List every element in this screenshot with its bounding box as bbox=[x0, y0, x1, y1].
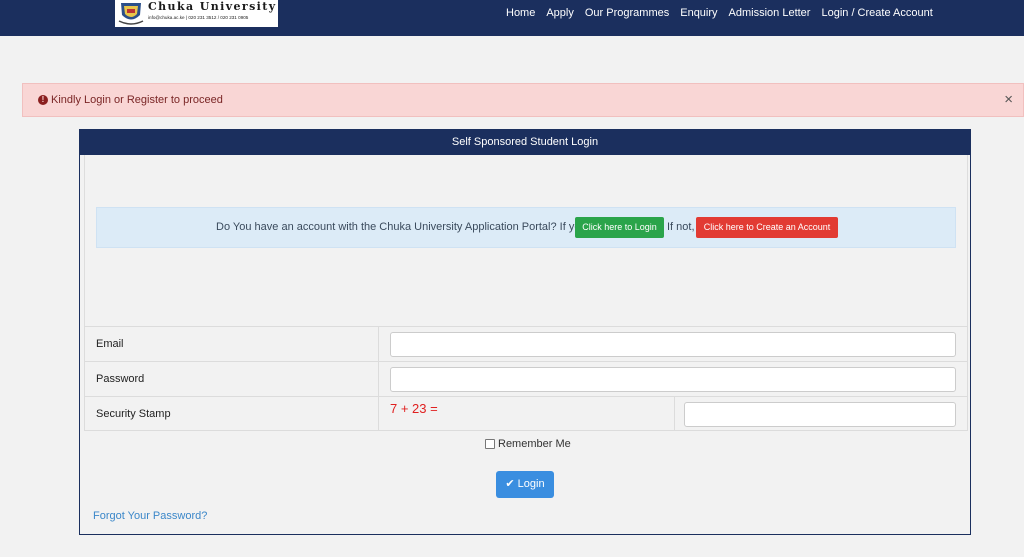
login-required-alert: ! Kindly Login or Register to proceed × bbox=[22, 83, 1024, 117]
row-border bbox=[967, 362, 968, 396]
nav-item-apply[interactable]: Apply bbox=[546, 7, 574, 19]
brand-name: Chuka University bbox=[148, 0, 277, 13]
email-field[interactable] bbox=[390, 332, 956, 357]
row-border bbox=[967, 327, 968, 361]
alert-message: Kindly Login or Register to proceed bbox=[51, 94, 223, 106]
if-not-text: If not, bbox=[667, 221, 695, 233]
panel-title: Self Sponsored Student Login bbox=[80, 130, 970, 155]
email-row: Email bbox=[84, 326, 968, 361]
account-prompt-box: Do You have an account with the Chuka Un… bbox=[84, 155, 968, 327]
security-stamp-field[interactable] bbox=[684, 402, 956, 427]
captcha-question: 7 + 23 = bbox=[390, 401, 438, 416]
remember-me-checkbox[interactable] bbox=[485, 439, 495, 449]
security-stamp-row: Security Stamp 7 + 23 = bbox=[84, 396, 968, 431]
remember-me-label: Remember Me bbox=[498, 438, 571, 450]
account-question-text: Do You have an account with the Chuka Un… bbox=[216, 221, 589, 233]
exclamation-circle-icon: ! bbox=[38, 95, 48, 105]
login-form-table: Email Password Security Stamp 7 + 23 = bbox=[84, 326, 968, 431]
password-row: Password bbox=[84, 361, 968, 396]
login-button-label: Login bbox=[517, 478, 545, 490]
security-stamp-label: Security Stamp bbox=[84, 397, 379, 431]
nav-item-login-create-account[interactable]: Login / Create Account bbox=[821, 7, 932, 19]
check-icon: ✔ bbox=[505, 478, 515, 490]
account-info-banner: Do You have an account with the Chuka Un… bbox=[96, 207, 956, 248]
login-button[interactable]: ✔ Login bbox=[496, 471, 554, 498]
cell-divider bbox=[674, 397, 675, 431]
crest-icon bbox=[118, 3, 144, 25]
login-link-button[interactable]: Click here to Login bbox=[575, 217, 664, 238]
password-label: Password bbox=[84, 362, 379, 396]
remember-me[interactable]: Remember Me bbox=[485, 438, 571, 450]
close-icon[interactable]: × bbox=[1004, 91, 1013, 108]
nav-item-enquiry[interactable]: Enquiry bbox=[680, 7, 717, 19]
nav-item-home[interactable]: Home bbox=[506, 7, 535, 19]
nav-item-our-programmes[interactable]: Our Programmes bbox=[585, 7, 669, 19]
nav-item-admission-letter[interactable]: Admission Letter bbox=[729, 7, 811, 19]
row-border bbox=[967, 397, 968, 431]
forgot-password-link[interactable]: Forgot Your Password? bbox=[93, 510, 207, 522]
email-label: Email bbox=[84, 327, 379, 361]
login-panel: Self Sponsored Student Login Do You have… bbox=[79, 129, 971, 535]
create-account-button[interactable]: Click here to Create an Account bbox=[696, 217, 838, 238]
brand-contact: info@chuka.ac.ke | 020 231 3512 / 020 23… bbox=[148, 15, 249, 20]
nav-menu: Home Apply Our Programmes Enquiry Admiss… bbox=[506, 7, 944, 19]
university-logo[interactable]: Chuka University info@chuka.ac.ke | 020 … bbox=[115, 0, 278, 27]
password-field[interactable] bbox=[390, 367, 956, 392]
top-navbar: Chuka University info@chuka.ac.ke | 020 … bbox=[0, 0, 1024, 36]
